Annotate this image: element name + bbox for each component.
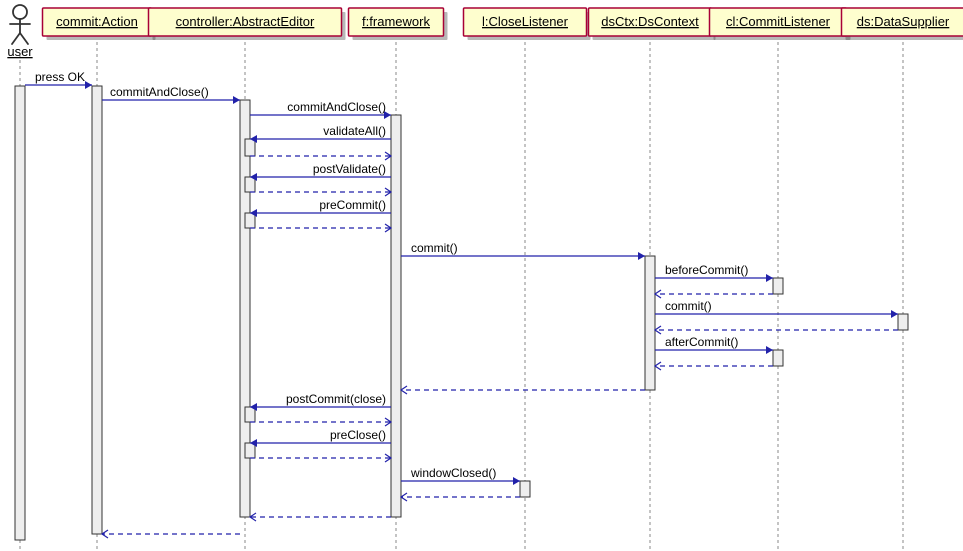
activation-bar: [245, 443, 255, 458]
message-label: beforeCommit(): [665, 263, 748, 277]
activation-bar: [898, 314, 908, 330]
message-label: validateAll(): [323, 124, 386, 138]
participant-label: cl:CommitListener: [726, 14, 831, 29]
actor-label: user: [7, 44, 33, 59]
activation-bar: [391, 115, 401, 517]
participant-label: f:framework: [362, 14, 430, 29]
message-label: commit(): [665, 299, 712, 313]
participant-label: commit:Action: [56, 14, 138, 29]
sequence-diagram: user commit:Action controller:AbstractEdit…: [0, 0, 963, 551]
message-label: postValidate(): [313, 162, 386, 176]
message-label: afterCommit(): [665, 335, 738, 349]
activation-bar: [245, 177, 255, 192]
activation-bar: [245, 407, 255, 422]
activation-bar: [15, 86, 25, 540]
message-label: postCommit(close): [286, 392, 386, 406]
message-label: press OK: [35, 70, 85, 84]
message-label: preClose(): [330, 428, 386, 442]
activation-bar: [520, 481, 530, 497]
activation-bar: [645, 256, 655, 390]
participant-label: dsCtx:DsContext: [601, 14, 699, 29]
activation-bar: [245, 213, 255, 228]
message-label: commitAndClose(): [287, 100, 386, 114]
activation-bar: [773, 278, 783, 294]
participant-label: ds:DataSupplier: [857, 14, 950, 29]
message-label: commit(): [411, 241, 458, 255]
activation-bar: [245, 139, 255, 156]
participant-label: l:CloseListener: [482, 14, 569, 29]
message-label: windowClosed(): [410, 466, 496, 480]
message-label: commitAndClose(): [110, 85, 209, 99]
activation-bar: [773, 350, 783, 366]
activation-bar: [92, 86, 102, 534]
participant-label: controller:AbstractEditor: [176, 14, 315, 29]
message-label: preCommit(): [319, 198, 386, 212]
